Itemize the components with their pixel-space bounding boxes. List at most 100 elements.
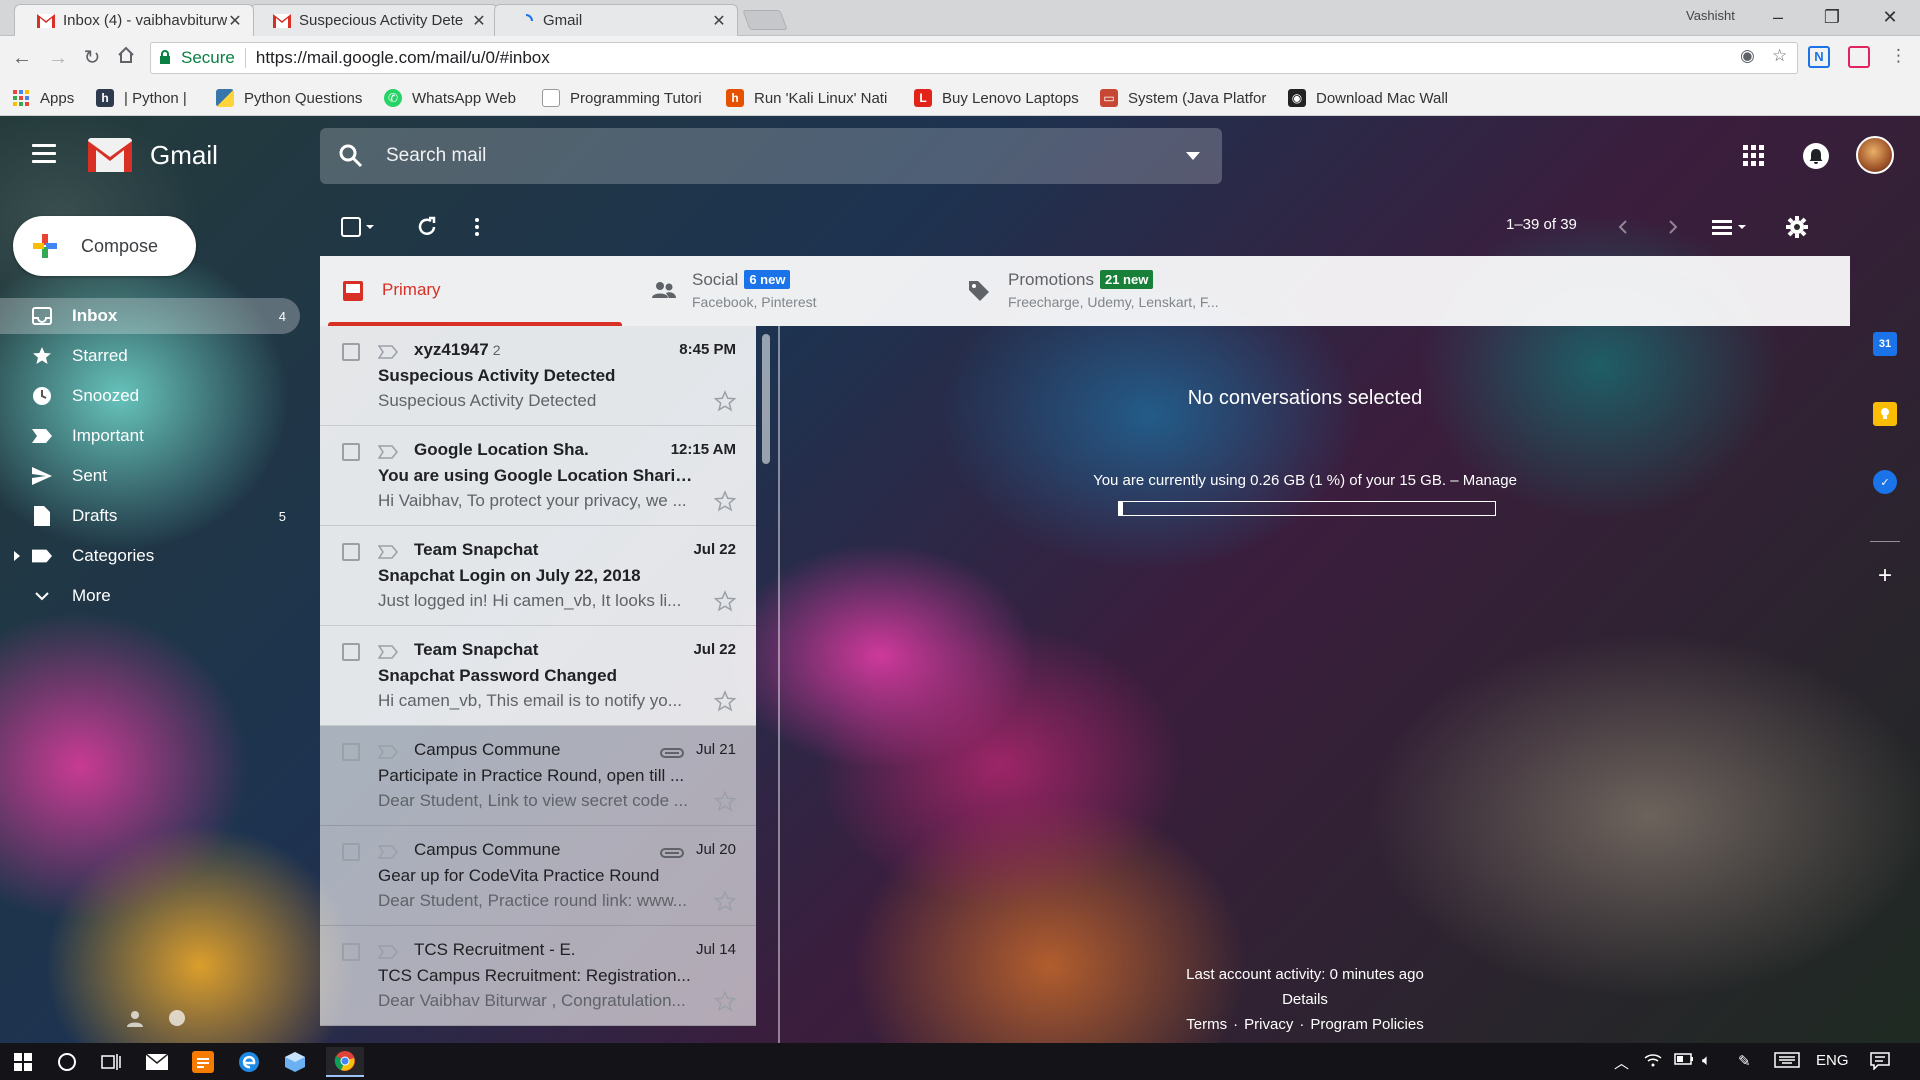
browser-tab-suspicious[interactable]: Suspecious Activity Dete ✕ (250, 4, 498, 36)
row-checkbox[interactable] (342, 643, 360, 661)
forward-arrow-icon[interactable]: → (44, 44, 72, 72)
compose-button[interactable]: Compose (13, 216, 196, 276)
expand-arrow-icon[interactable] (14, 551, 20, 561)
privacy-link[interactable]: Privacy (1244, 1016, 1293, 1033)
close-window-button[interactable]: ✕ (1868, 4, 1912, 30)
search-options-dropdown-icon[interactable] (1186, 152, 1200, 160)
back-arrow-icon[interactable]: ← (8, 44, 36, 72)
row-checkbox[interactable] (342, 443, 360, 461)
action-center-icon[interactable] (1870, 1052, 1890, 1074)
terms-link[interactable]: Terms (1186, 1016, 1227, 1033)
notifications-bell-icon[interactable] (1798, 138, 1834, 174)
row-checkbox[interactable] (342, 843, 360, 861)
volume-icon[interactable]: 🔈︎ (1702, 1052, 1711, 1069)
bookmark-python-questions[interactable]: Python Questions (216, 88, 362, 108)
tab-primary[interactable]: Primary (320, 256, 630, 326)
task-view-icon[interactable] (96, 1047, 126, 1077)
email-row[interactable]: Campus Commune Jul 21 Participate in Pra… (320, 726, 756, 826)
browser-profile-name[interactable]: Vashisht (1686, 8, 1735, 23)
email-row[interactable]: Google Location Sha. 12:15 AM You are us… (320, 426, 756, 526)
gmail-logo-icon[interactable] (88, 138, 132, 172)
star-icon[interactable] (713, 390, 737, 412)
star-icon[interactable] (713, 590, 737, 612)
sidebar-item-starred[interactable]: Starred (0, 338, 300, 374)
important-marker-icon[interactable] (377, 845, 398, 859)
sidebar-item-drafts[interactable]: Drafts 5 (0, 498, 300, 534)
add-addon-icon[interactable]: + (1873, 562, 1897, 589)
bookmark-python[interactable]: h | Python | (96, 88, 187, 108)
row-checkbox[interactable] (342, 543, 360, 561)
row-checkbox[interactable] (342, 343, 360, 361)
program-policies-link[interactable]: Program Policies (1310, 1016, 1423, 1033)
sidebar-item-more[interactable]: More (0, 578, 300, 614)
extension-n-icon[interactable]: N (1808, 46, 1830, 68)
star-icon[interactable] (713, 690, 737, 712)
network-wifi-icon[interactable] (1644, 1052, 1662, 1072)
sidebar-item-important[interactable]: Important (0, 418, 300, 454)
url-text[interactable]: https://mail.google.com/mail/u/0/#inbox (256, 48, 550, 68)
gmail-brand[interactable]: Gmail (150, 140, 218, 171)
bookmark-programming[interactable]: Programming Tutori (542, 88, 702, 108)
minimize-button[interactable]: – (1756, 4, 1800, 30)
star-icon[interactable] (713, 490, 737, 512)
tasks-icon[interactable]: ✓ (1873, 470, 1897, 494)
bookmark-star-icon[interactable]: ☆ (1772, 46, 1787, 66)
star-icon[interactable] (713, 890, 737, 912)
tab-promotions[interactable]: Promotions 21 new Freecharge, Udemy, Lens… (946, 256, 1262, 326)
row-checkbox[interactable] (342, 943, 360, 961)
show-hidden-icons-icon[interactable]: ︿ (1614, 1052, 1629, 1073)
email-row[interactable]: TCS Recruitment - E. Jul 14 TCS Campus R… (320, 926, 756, 1026)
address-bar[interactable]: Secure https://mail.google.com/mail/u/0/… (150, 42, 1798, 74)
chrome-menu-icon[interactable]: ⋮ (1890, 46, 1907, 66)
sublime-text-icon[interactable] (188, 1047, 218, 1077)
important-marker-icon[interactable] (377, 945, 398, 959)
hangouts-quote-icon[interactable] (168, 1010, 186, 1034)
battery-icon[interactable] (1674, 1052, 1694, 1069)
star-icon[interactable] (713, 790, 737, 812)
email-row[interactable]: xyz41947 2 8:45 PM Suspecious Activity De… (320, 326, 756, 426)
bookmark-mac-wallpaper[interactable]: ◉ Download Mac Wall (1288, 88, 1448, 108)
edge-browser-icon[interactable] (234, 1047, 264, 1077)
older-page-icon[interactable] (1660, 214, 1686, 240)
select-all-checkbox[interactable] (340, 214, 378, 240)
split-pane-toggle-icon[interactable] (1710, 214, 1754, 240)
important-marker-icon[interactable] (377, 345, 398, 359)
sidebar-item-categories[interactable]: Categories (0, 538, 300, 574)
details-link[interactable]: Details (1120, 991, 1490, 1008)
email-row[interactable]: Campus Commune Jul 20 Gear up for CodeVi… (320, 826, 756, 926)
virtualbox-icon[interactable] (280, 1047, 310, 1077)
refresh-icon[interactable] (414, 214, 440, 240)
bookmark-java[interactable]: ▭ System (Java Platfor (1100, 88, 1266, 108)
row-checkbox[interactable] (342, 743, 360, 761)
pane-divider[interactable] (778, 326, 780, 1043)
main-menu-icon[interactable] (32, 144, 56, 164)
bookmark-kali[interactable]: h Run 'Kali Linux' Nati (726, 88, 887, 108)
sidebar-item-snoozed[interactable]: Snoozed (0, 378, 300, 414)
new-tab-button[interactable] (742, 10, 788, 30)
search-input[interactable] (386, 144, 1146, 168)
email-row[interactable]: Team Snapchat Jul 22 Snapchat Password C… (320, 626, 756, 726)
eye-icon[interactable]: ◉ (1740, 46, 1755, 66)
google-apps-icon[interactable] (1736, 138, 1772, 174)
calendar-icon[interactable]: 31 (1873, 332, 1897, 356)
email-list-scrollbar[interactable] (762, 334, 770, 464)
input-language[interactable]: ENG (1816, 1052, 1849, 1069)
bookmark-lenovo[interactable]: L Buy Lenovo Laptops (914, 88, 1079, 108)
bookmark-whatsapp[interactable]: ✆ WhatsApp Web (384, 88, 516, 108)
browser-tab-gmail[interactable]: Gmail ✕ (494, 4, 738, 36)
pen-workspace-icon[interactable]: ✎ (1738, 1052, 1751, 1070)
pocket-extension-icon[interactable] (1848, 46, 1870, 68)
hangouts-person-icon[interactable] (126, 1010, 144, 1034)
account-avatar[interactable] (1856, 136, 1894, 174)
sidebar-item-sent[interactable]: Sent (0, 458, 300, 494)
chrome-taskbar-icon[interactable] (326, 1047, 364, 1077)
search-icon[interactable] (338, 143, 364, 169)
newer-page-icon[interactable] (1610, 214, 1636, 240)
important-marker-icon[interactable] (377, 745, 398, 759)
keep-icon[interactable] (1873, 402, 1897, 426)
more-actions-icon[interactable] (464, 214, 490, 240)
mail-app-icon[interactable] (142, 1047, 172, 1077)
tab-social[interactable]: Social 6 new Facebook, Pinterest (630, 256, 946, 326)
reload-icon[interactable]: ↻ (78, 44, 106, 72)
close-tab-icon[interactable]: ✕ (711, 11, 727, 31)
